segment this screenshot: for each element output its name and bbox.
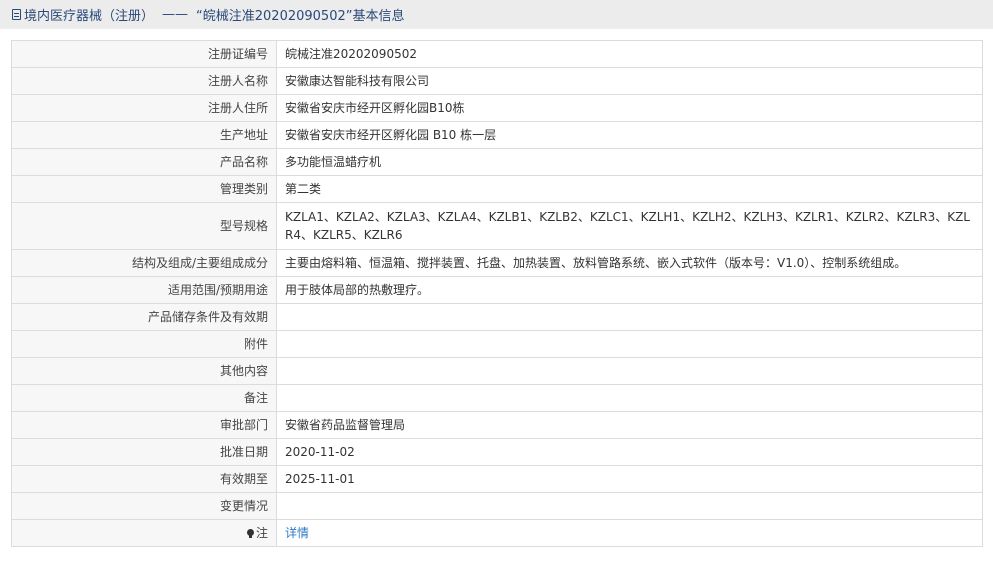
table-row: 变更情况	[11, 492, 983, 520]
row-value: KZLA1、KZLA2、KZLA3、KZLA4、KZLB1、KZLB2、KZLC…	[276, 202, 983, 250]
row-label: 备注	[11, 384, 277, 412]
table-row: 附件	[11, 330, 983, 358]
header-title: “皖械注准20202090502”基本信息	[196, 9, 405, 24]
row-value: 第二类	[276, 175, 983, 203]
table-row: 其他内容	[11, 357, 983, 385]
row-value: 皖械注准20202090502	[276, 40, 983, 68]
table-row: 有效期至 2025-11-01	[11, 465, 983, 493]
table-row: 结构及组成/主要组成成分 主要由熔料箱、恒温箱、搅拌装置、托盘、加热装置、放料管路…	[11, 249, 983, 277]
row-value: 安徽省安庆市经开区孵化园B10栋	[276, 94, 983, 122]
detail-table: 注册证编号 皖械注准20202090502 注册人名称 安徽康达智能科技有限公司 注册人…	[11, 40, 983, 547]
table-row: 管理类别 第二类	[11, 175, 983, 203]
header-separator: ——	[162, 7, 189, 22]
row-value	[276, 492, 983, 520]
row-value: 安徽省安庆市经开区孵化园 B10 栋一层	[276, 121, 983, 149]
page-header: 境内医疗器械（注册） —— “皖械注准20202090502”基本信息	[0, 0, 993, 29]
note-label: 注	[255, 526, 268, 540]
row-label: 生产地址	[11, 121, 277, 149]
row-label: 产品储存条件及有效期	[11, 303, 277, 331]
table-row: 产品名称 多功能恒温蜡疗机	[11, 148, 983, 176]
table-row: 批准日期 2020-11-02	[11, 438, 983, 466]
row-label: 产品名称	[11, 148, 277, 176]
row-label: 有效期至	[11, 465, 277, 493]
row-value	[276, 357, 983, 385]
row-label: 批准日期	[11, 438, 277, 466]
row-value	[276, 384, 983, 412]
table-row: 生产地址 安徽省安庆市经开区孵化园 B10 栋一层	[11, 121, 983, 149]
row-value: 2020-11-02	[276, 438, 983, 466]
table-row-note: 注 详情	[11, 519, 983, 547]
table-row: 注册人住所 安徽省安庆市经开区孵化园B10栋	[11, 94, 983, 122]
note-value-cell: 详情	[276, 519, 983, 547]
document-icon	[12, 9, 21, 20]
row-label: 注册证编号	[11, 40, 277, 68]
table-row: 产品储存条件及有效期	[11, 303, 983, 331]
row-value: 安徽康达智能科技有限公司	[276, 67, 983, 95]
row-label: 附件	[11, 330, 277, 358]
row-value: 主要由熔料箱、恒温箱、搅拌装置、托盘、加热装置、放料管路系统、嵌入式软件（版本号…	[276, 249, 983, 277]
row-label: 注册人住所	[11, 94, 277, 122]
row-label: 变更情况	[11, 492, 277, 520]
row-label: 型号规格	[11, 202, 277, 250]
table-row: 审批部门 安徽省药品监督管理局	[11, 411, 983, 439]
details-link[interactable]: 详情	[285, 526, 309, 540]
table-row: 适用范围/预期用途 用于肢体局部的热敷理疗。	[11, 276, 983, 304]
row-label: 注册人名称	[11, 67, 277, 95]
row-value: 多功能恒温蜡疗机	[276, 148, 983, 176]
row-label: 结构及组成/主要组成成分	[11, 249, 277, 277]
row-value: 2025-11-01	[276, 465, 983, 493]
row-label: 审批部门	[11, 411, 277, 439]
row-value: 用于肢体局部的热敷理疗。	[276, 276, 983, 304]
table-row: 备注	[11, 384, 983, 412]
row-label: 其他内容	[11, 357, 277, 385]
table-row: 型号规格 KZLA1、KZLA2、KZLA3、KZLA4、KZLB1、KZLB2、…	[11, 202, 983, 250]
row-value	[276, 330, 983, 358]
note-label-cell: 注	[11, 519, 277, 547]
table-row: 注册人名称 安徽康达智能科技有限公司	[11, 67, 983, 95]
row-value: 安徽省药品监督管理局	[276, 411, 983, 439]
row-value	[276, 303, 983, 331]
row-label: 管理类别	[11, 175, 277, 203]
row-label: 适用范围/预期用途	[11, 276, 277, 304]
header-category: 境内医疗器械（注册）	[24, 9, 155, 24]
lightbulb-icon	[246, 529, 254, 538]
table-row: 注册证编号 皖械注准20202090502	[11, 40, 983, 68]
